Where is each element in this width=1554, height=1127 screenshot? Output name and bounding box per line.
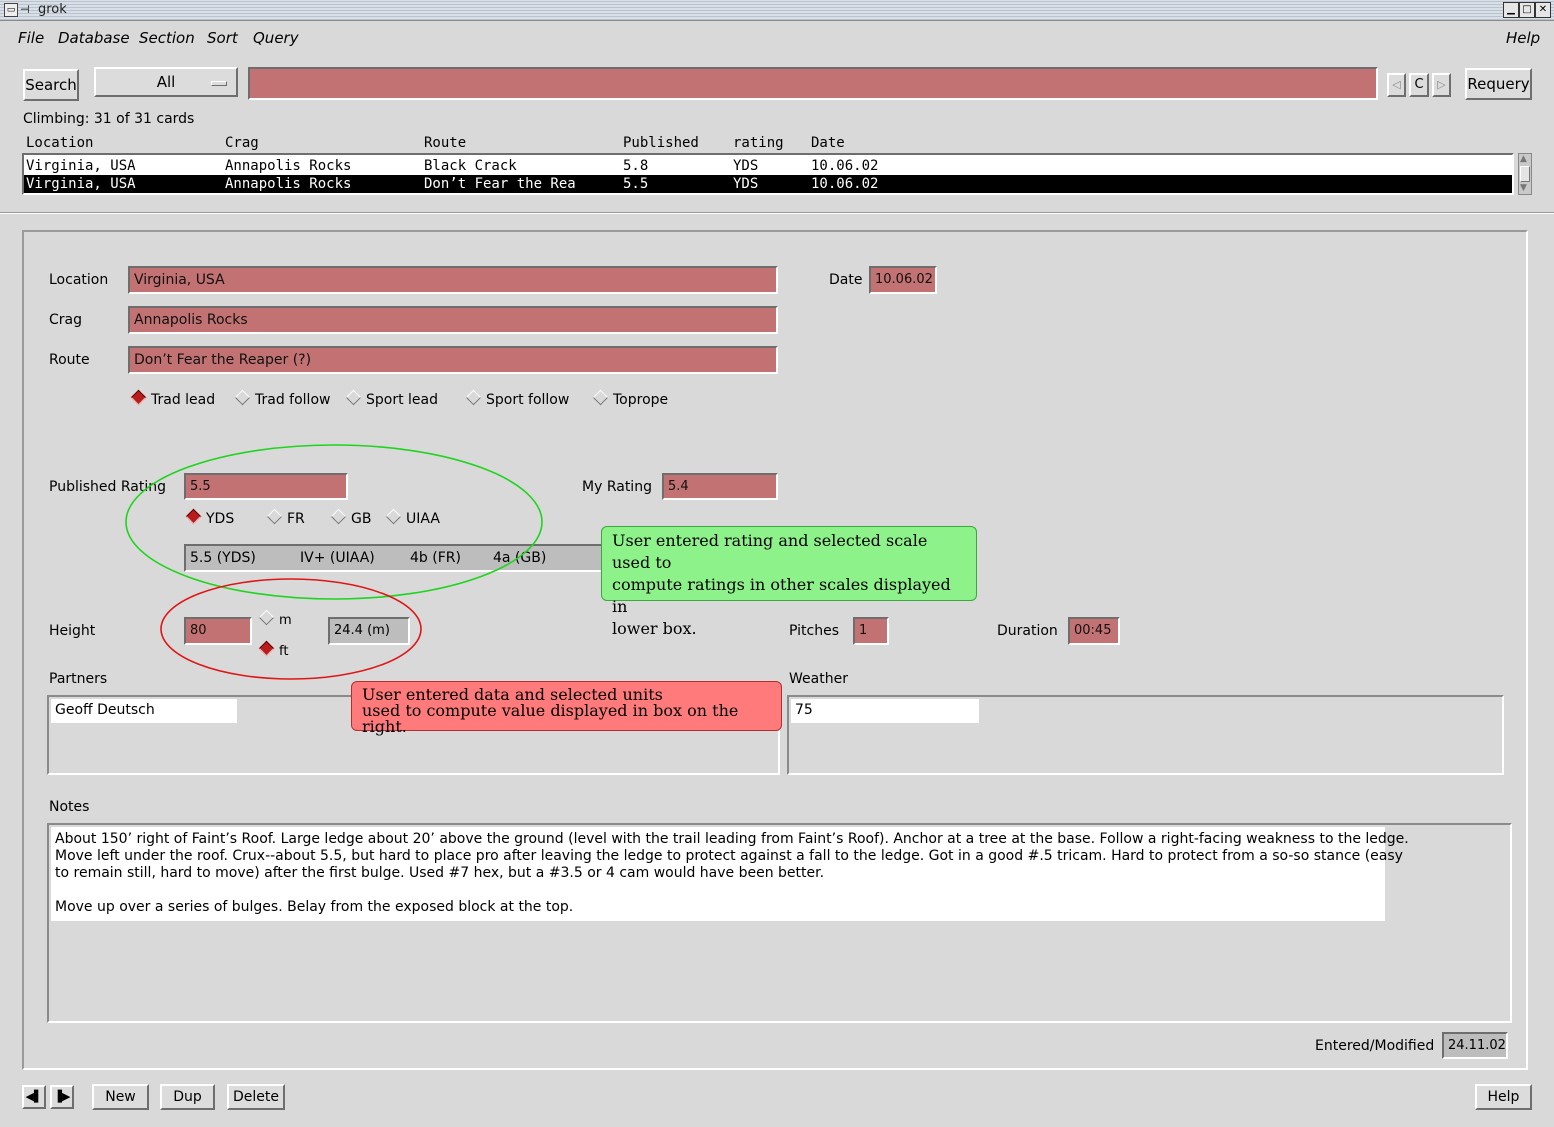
height-callout: User entered data and selected units use… [351, 681, 782, 735]
rating-highlight-ellipse [125, 444, 543, 600]
height-highlight-ellipse [160, 578, 422, 680]
rating-callout: User entered rating and selected scale u… [601, 526, 977, 638]
callout-line: lower box. [612, 619, 697, 638]
callout-line: used to compute value displayed in box o… [362, 701, 739, 736]
callout-line: User entered rating and selected scale u… [612, 531, 928, 572]
callout-line: compute ratings in other scales displaye… [612, 575, 951, 616]
